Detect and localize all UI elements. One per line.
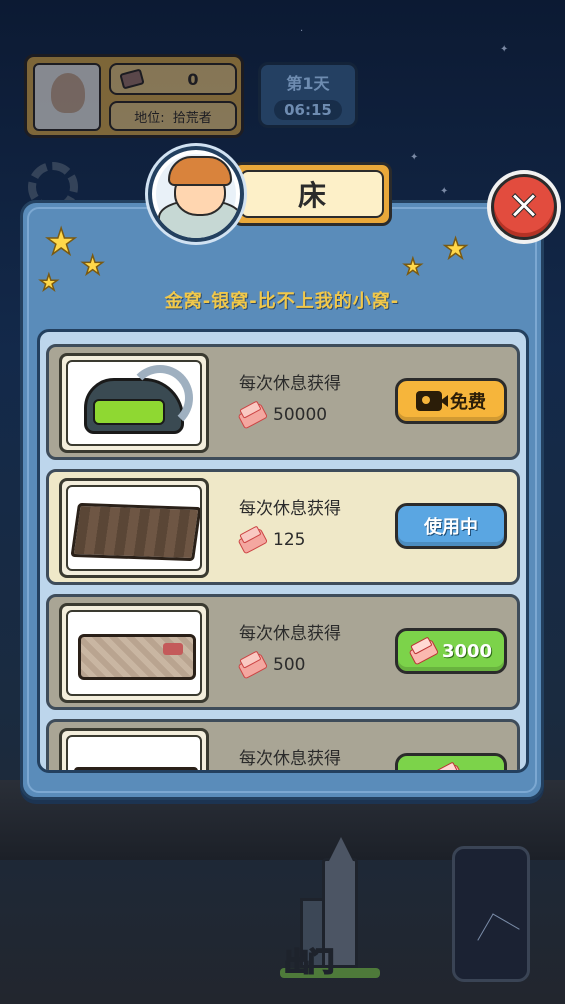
rest-reward-value: 50000 (273, 405, 328, 425)
resource-count: 0 (187, 69, 199, 89)
rest-reward: 125 (239, 530, 305, 550)
bed-frame-icon (74, 767, 198, 770)
sky-star-icon: ✦ (440, 186, 449, 197)
bed-image (66, 485, 202, 571)
free-video-button[interactable]: 免费 (395, 378, 507, 424)
status-box: 地位: 拾荒者 (109, 101, 237, 131)
exit-label: 出门 (283, 947, 335, 979)
brick-icon (407, 637, 438, 666)
bed-thumbnail (59, 728, 209, 770)
in-use-button[interactable]: 使用中 (395, 503, 507, 549)
bed-dialog: ★ ★ ★ ★ ★ 金窝-银窝-比不上我的小窝- 每次休息获得 50000 免费 (20, 200, 544, 800)
bed-image (66, 610, 202, 696)
bed-row-frame: 每次休息获得 (46, 719, 520, 770)
player-card[interactable]: 0 地位: 拾荒者 (24, 54, 244, 138)
buy-price: 3000 (441, 640, 493, 662)
sky-star-icon: ✦ (500, 44, 509, 55)
sleeping-character-icon (148, 146, 244, 242)
bed-image (66, 360, 202, 446)
player-avatar[interactable] (33, 63, 101, 131)
sky-star-icon: · (300, 26, 304, 37)
free-button-label: 免费 (450, 392, 486, 413)
bed-thumbnail (59, 353, 209, 453)
sky-star-icon: ✦ (410, 152, 419, 163)
dialog-subtitle: 金窝-银窝-比不上我的小窝- (164, 291, 400, 312)
sleep-pod-icon (84, 365, 193, 434)
bed-row-pallet: 每次休息获得 125 使用中 (46, 469, 520, 585)
bed-list-scroll[interactable]: 每次休息获得 50000 免费 每次休息获得 125 使用中 每次休息获得 50… (40, 332, 526, 770)
rest-reward-value: 500 (273, 655, 306, 675)
day-label: 第1天 (286, 74, 330, 93)
close-icon: ✕ (507, 184, 542, 230)
bed-thumbnail (59, 603, 209, 703)
buy-button[interactable] (395, 753, 507, 770)
rest-reward-value: 125 (273, 530, 306, 550)
dialog-title-plate: 床 (232, 162, 392, 226)
star-icon: ★ (442, 232, 469, 265)
wood-pallet-icon (70, 502, 200, 562)
star-icon: ★ (44, 222, 78, 263)
bed-image (66, 735, 202, 770)
bed-list[interactable]: 每次休息获得 50000 免费 每次休息获得 125 使用中 每次休息获得 50… (37, 329, 529, 773)
brick-icon (236, 526, 267, 555)
status-label: 地位: (134, 110, 165, 126)
rest-reward-label: 每次休息获得 (239, 374, 341, 394)
rest-reward: 50000 (239, 405, 327, 425)
rest-reward-label: 每次休息获得 (239, 499, 341, 519)
rest-reward-label: 每次休息获得 (239, 624, 341, 644)
rest-reward: 500 (239, 655, 305, 675)
resource-counter: 0 (109, 63, 237, 95)
mattress-icon (78, 634, 196, 680)
bed-row-pod: 每次休息获得 50000 免费 (46, 344, 520, 460)
brick-icon (236, 401, 267, 430)
hair (168, 156, 232, 186)
star-icon: ★ (80, 251, 105, 281)
close-button[interactable]: ✕ (491, 174, 557, 240)
video-icon (416, 391, 448, 411)
star-icon: ★ (402, 255, 423, 280)
brick-icon (236, 651, 267, 680)
day-clock: 第1天 06:15 (258, 62, 358, 128)
brick-icon (119, 68, 145, 90)
phone-icon[interactable] (452, 846, 530, 982)
rest-reward-label: 每次休息获得 (239, 749, 341, 769)
time-label: 06:15 (274, 100, 342, 120)
buy-button[interactable]: 3000 (395, 628, 507, 674)
in-use-label: 使用中 (424, 517, 478, 538)
bed-row-mattress: 每次休息获得 500 3000 (46, 594, 520, 710)
bed-thumbnail (59, 478, 209, 578)
status-value: 拾荒者 (172, 110, 212, 126)
brick-icon (432, 762, 463, 770)
dialog-title: 床 (240, 170, 384, 218)
exit-door-button[interactable]: 出门 (280, 837, 380, 980)
